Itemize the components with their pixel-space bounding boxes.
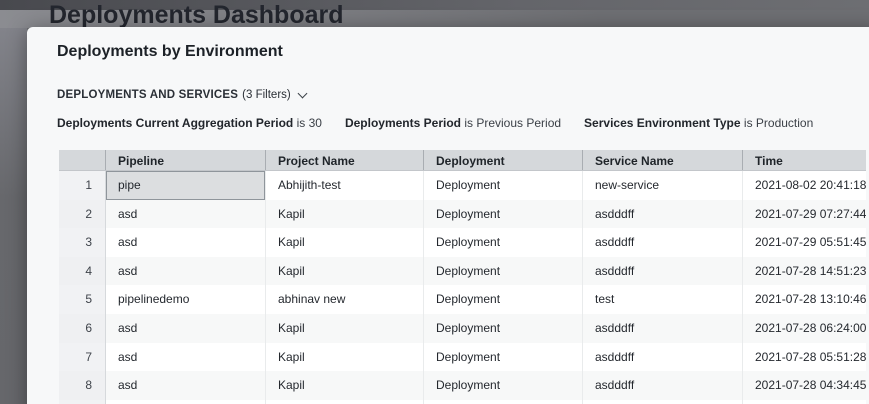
table-row: 4asdKapilDeploymentasdddff2021-07-28 14:… [59, 257, 866, 286]
cell-service[interactable]: asdddff [582, 228, 742, 257]
chevron-down-icon[interactable] [297, 89, 307, 99]
cell-service[interactable]: asdddff [582, 371, 742, 400]
row-number: 6 [59, 314, 105, 343]
cell-pipeline[interactable]: asd [105, 257, 265, 286]
filters-expander[interactable]: DEPLOYMENTS AND SERVICES (3 Filters) [57, 87, 306, 103]
cell-deployment[interactable]: Deployment [423, 257, 582, 286]
table-row: 5pipelinedemoabhinav newDeploymenttest20… [59, 285, 866, 314]
filter-clause: is Previous Period [464, 116, 561, 130]
column-header-deployment[interactable]: Deployment [423, 150, 582, 170]
cell-time[interactable]: 2021-08-02 20:41:18 [742, 171, 866, 200]
cell-pipeline[interactable]: asd [105, 200, 265, 229]
column-header-pipeline[interactable]: Pipeline [105, 150, 265, 170]
filter-clause: is 30 [297, 116, 322, 130]
filters-expander-label: DEPLOYMENTS AND SERVICES [57, 89, 238, 101]
table-row: 2asdKapilDeploymentasdddff2021-07-29 07:… [59, 200, 866, 229]
screen: Deployments Dashboard Deployments by Env… [0, 0, 869, 404]
cell-service[interactable]: asdddff [582, 314, 742, 343]
cell-time[interactable]: 2021-07-28 05:51:28 [742, 343, 866, 372]
filter-name: Deployments Current Aggregation Period [57, 116, 293, 130]
filter-name: Services Environment Type [584, 116, 741, 130]
cell-time[interactable]: 2021-07-28 04:34:45 [742, 371, 866, 400]
cell-time[interactable]: 2021-07-28 14:51:23 [742, 257, 866, 286]
column-header-service-name[interactable]: Service Name [582, 150, 742, 170]
filter-summary: Deployments Current Aggregation Period i… [57, 116, 813, 130]
cell-project[interactable]: Kapil [265, 228, 423, 257]
column-header-project-name[interactable]: Project Name [265, 150, 423, 170]
cell-pipeline[interactable]: pipe [105, 171, 265, 200]
table-row: 7asdKapilDeploymentasdddff2021-07-28 05:… [59, 343, 866, 372]
deployments-table: PipelineProject NameDeploymentService Na… [59, 150, 866, 404]
cell-project[interactable]: Kapil [265, 200, 423, 229]
row-number: 7 [59, 343, 105, 372]
cell-time[interactable]: 2021-07-28 06:24:00 [742, 314, 866, 343]
cell-project[interactable]: abhinav new [265, 285, 423, 314]
table-row: 1pipeAbhijith-testDeploymentnew-service2… [59, 171, 866, 200]
cell-service[interactable]: test [582, 285, 742, 314]
column-header-time[interactable]: Time [742, 150, 866, 170]
table-header-row: PipelineProject NameDeploymentService Na… [59, 150, 866, 171]
cell-service[interactable]: asdddff [582, 200, 742, 229]
cell-pipeline[interactable]: asd [105, 228, 265, 257]
cell-project[interactable]: Kapil [265, 371, 423, 400]
cell-service[interactable]: asdddff [582, 400, 742, 404]
row-number: 2 [59, 200, 105, 229]
tile-detail-modal: Deployments by Environment DEPLOYMENTS A… [27, 27, 869, 404]
cell-deployment[interactable]: Deployment [423, 285, 582, 314]
filter-item: Services Environment Type is Production [584, 116, 813, 130]
row-number-column-header [59, 150, 105, 170]
filter-item: Deployments Current Aggregation Period i… [57, 116, 322, 130]
modal-title: Deployments by Environment [57, 43, 283, 61]
table-row: 6asdKapilDeploymentasdddff2021-07-28 06:… [59, 314, 866, 343]
cell-service[interactable]: asdddff [582, 343, 742, 372]
cell-deployment[interactable]: Deployment [423, 371, 582, 400]
cell-deployment[interactable]: Deployment [423, 314, 582, 343]
cell-time[interactable]: 2021-07-29 07:27:44 [742, 200, 866, 229]
cell-pipeline[interactable]: asd [105, 314, 265, 343]
cell-project[interactable]: Kapil [265, 343, 423, 372]
row-number: 5 [59, 285, 105, 314]
cell-pipeline[interactable]: asd [105, 400, 265, 404]
row-number: 1 [59, 171, 105, 200]
row-number: 4 [59, 257, 105, 286]
cell-pipeline[interactable]: pipelinedemo [105, 285, 265, 314]
cell-deployment[interactable]: Deployment [423, 400, 582, 404]
cell-project[interactable]: Kapil [265, 257, 423, 286]
cell-deployment[interactable]: Deployment [423, 228, 582, 257]
cell-project[interactable]: Kapil [265, 314, 423, 343]
filter-item: Deployments Period is Previous Period [345, 116, 561, 130]
cell-time[interactable]: 2021-07-29 05:51:45 [742, 228, 866, 257]
table-row: 3asdKapilDeploymentasdddff2021-07-29 05:… [59, 228, 866, 257]
cell-deployment[interactable]: Deployment [423, 171, 582, 200]
backdrop-left-strip [0, 28, 27, 404]
row-number: 3 [59, 228, 105, 257]
cell-time[interactable]: 2021-07-28 04:34:45 [742, 400, 866, 404]
cell-pipeline[interactable]: asd [105, 371, 265, 400]
cell-pipeline[interactable]: asd [105, 343, 265, 372]
page-title: Deployments Dashboard [49, 1, 344, 29]
row-number: 9 [59, 400, 105, 404]
table-row: 9asdKapilDeploymentasdddff2021-07-28 04:… [59, 400, 866, 404]
cell-deployment[interactable]: Deployment [423, 200, 582, 229]
cell-deployment[interactable]: Deployment [423, 343, 582, 372]
table-row: 8asdKapilDeploymentasdddff2021-07-28 04:… [59, 371, 866, 400]
cell-service[interactable]: new-service [582, 171, 742, 200]
filter-clause: is Production [744, 116, 813, 130]
cell-service[interactable]: asdddff [582, 257, 742, 286]
filters-count: (3 Filters) [242, 89, 291, 101]
cell-project[interactable]: Kapil [265, 400, 423, 404]
cell-time[interactable]: 2021-07-28 13:10:46 [742, 285, 866, 314]
cell-project[interactable]: Abhijith-test [265, 171, 423, 200]
row-number: 8 [59, 371, 105, 400]
filter-name: Deployments Period [345, 116, 461, 130]
